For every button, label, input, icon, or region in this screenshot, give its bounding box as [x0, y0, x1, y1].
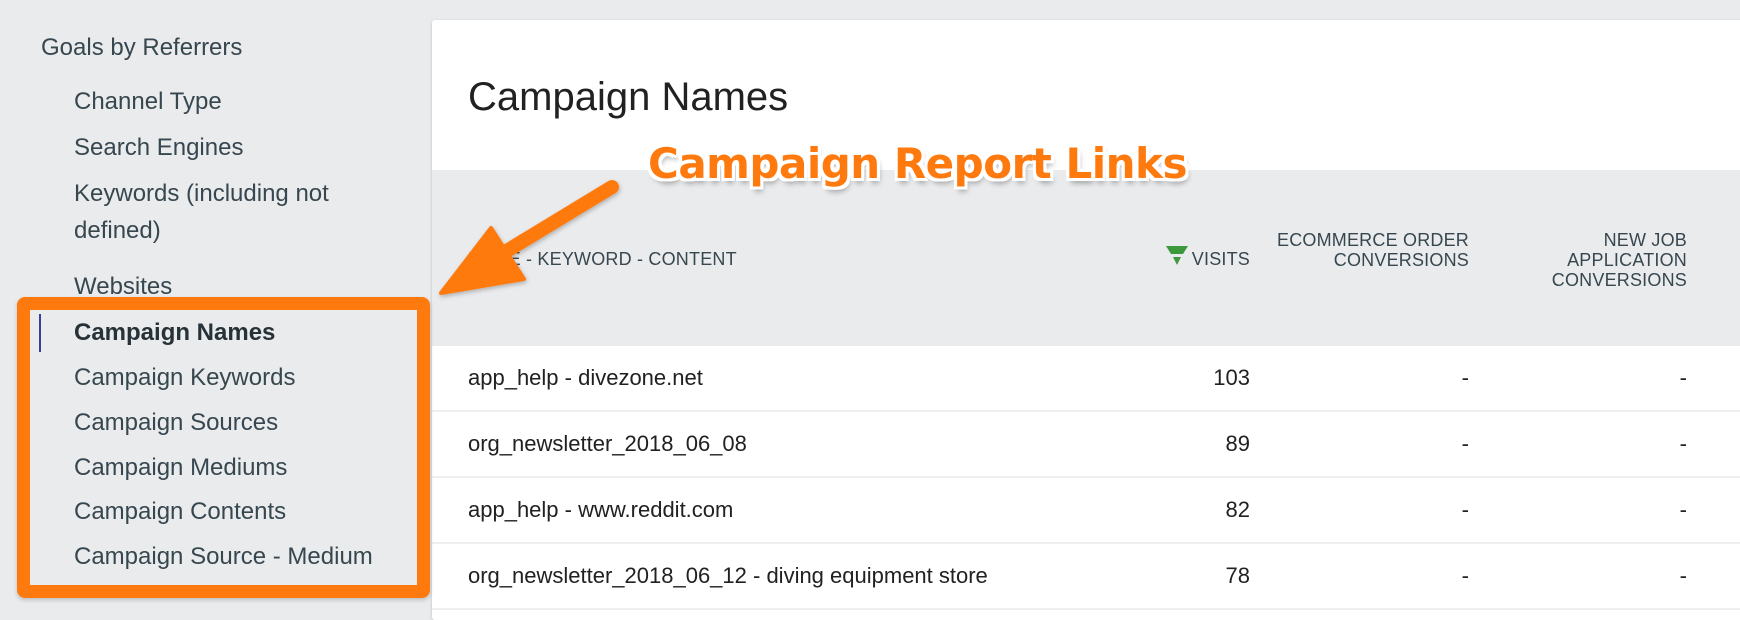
table-row[interactable]: app_help - www.reddit.com 82 - -: [432, 478, 1740, 544]
sidebar: Goals by Referrers Channel Type Search E…: [0, 0, 430, 600]
column-header-visits-label: VISITS: [1191, 249, 1250, 269]
cell-new-job-conversions: -: [1679, 563, 1687, 588]
cell-ecommerce-conversions: -: [1461, 497, 1469, 522]
table-header: NAME - KEYWORD - CONTENT VISITS ECOMMERC…: [432, 170, 1740, 346]
column-header-new-job-application-conversions[interactable]: NEW JOB APPLICATION CONVERSIONS: [1487, 230, 1687, 290]
sort-descending-icon: [1165, 246, 1188, 266]
sidebar-item-keywords[interactable]: Keywords (including not defined): [74, 175, 374, 249]
sidebar-item-campaign-sources[interactable]: Campaign Sources: [74, 404, 394, 441]
cell-visits: 103: [1213, 365, 1250, 390]
sidebar-item-campaign-names[interactable]: Campaign Names: [74, 314, 394, 351]
cell-ecommerce-conversions: -: [1461, 365, 1469, 390]
column-header-label[interactable]: NAME - KEYWORD - CONTENT: [468, 249, 737, 269]
cell-ecommerce-conversions: -: [1461, 431, 1469, 456]
table-row[interactable]: org_newsletter_2018_06_08 89 - -: [432, 412, 1740, 478]
cell-new-job-conversions: -: [1679, 431, 1687, 456]
sidebar-item-campaign-source-medium[interactable]: Campaign Source - Medium: [74, 538, 394, 575]
cell-ecommerce-conversions: -: [1461, 563, 1469, 588]
sidebar-item-search-engines[interactable]: Search Engines: [74, 129, 394, 166]
report-title: Campaign Names: [468, 75, 789, 119]
sidebar-heading: Goals by Referrers: [41, 34, 243, 61]
sidebar-item-websites[interactable]: Websites: [74, 268, 394, 305]
column-header-visits[interactable]: VISITS: [1165, 246, 1250, 269]
sidebar-item-campaign-keywords[interactable]: Campaign Keywords: [74, 359, 394, 396]
cell-visits: 89: [1225, 431, 1250, 456]
sidebar-item-campaign-mediums[interactable]: Campaign Mediums: [74, 449, 394, 486]
cell-label: app_help - divezone.net: [468, 365, 703, 390]
column-header-ecommerce-order-conversions[interactable]: ECOMMERCE ORDER CONVERSIONS: [1269, 230, 1469, 270]
cell-label: org_newsletter_2018_06_12 - diving equip…: [468, 563, 988, 588]
active-item-indicator: [39, 314, 41, 352]
sidebar-item-campaign-contents[interactable]: Campaign Contents: [74, 493, 394, 530]
table-body: app_help - divezone.net 103 - - org_news…: [432, 346, 1740, 610]
cell-label: org_newsletter_2018_06_08: [468, 431, 747, 456]
cell-label: app_help - www.reddit.com: [468, 497, 734, 522]
table-row[interactable]: org_newsletter_2018_06_12 - diving equip…: [432, 544, 1740, 610]
report-panel: Campaign Names NAME - KEYWORD - CONTENT …: [432, 20, 1740, 620]
sidebar-item-channel-type[interactable]: Channel Type: [74, 83, 394, 120]
cell-new-job-conversions: -: [1679, 365, 1687, 390]
cell-visits: 78: [1225, 563, 1250, 588]
cell-visits: 82: [1225, 497, 1250, 522]
cell-new-job-conversions: -: [1679, 497, 1687, 522]
table-row[interactable]: app_help - divezone.net 103 - -: [432, 346, 1740, 412]
